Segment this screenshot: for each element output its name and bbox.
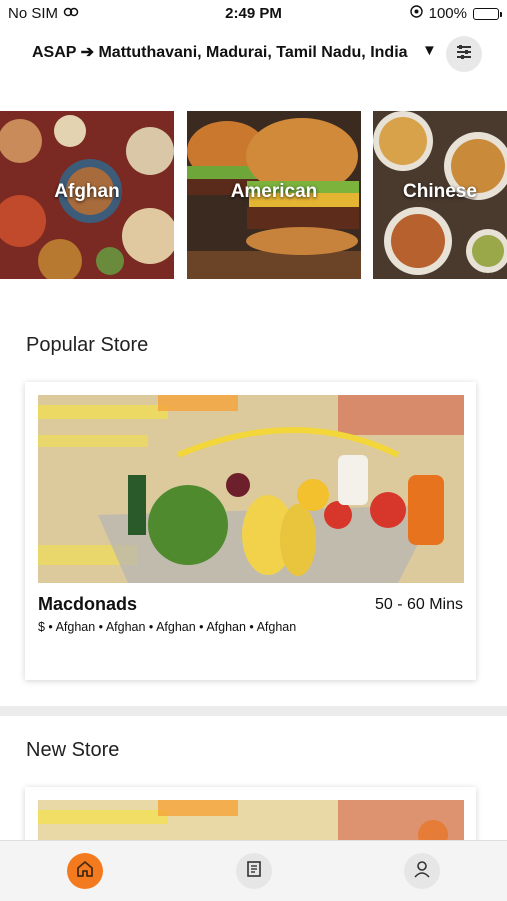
category-label: Chinese bbox=[403, 181, 477, 202]
new-store-card[interactable] bbox=[25, 787, 476, 847]
section-divider bbox=[0, 706, 507, 716]
battery-icon bbox=[473, 7, 502, 20]
category-label: American bbox=[230, 181, 318, 202]
category-card-afghan[interactable]: Afghan bbox=[0, 111, 174, 279]
store-image bbox=[38, 395, 464, 583]
bottom-tab-bar bbox=[0, 840, 507, 901]
tab-home[interactable] bbox=[67, 853, 103, 889]
category-label: Afghan bbox=[54, 181, 120, 202]
delivery-time: 50 - 60 Mins bbox=[374, 596, 463, 613]
filter-sliders-icon bbox=[455, 44, 473, 65]
tab-profile[interactable] bbox=[404, 853, 440, 889]
home-icon bbox=[75, 859, 95, 884]
user-icon bbox=[412, 859, 432, 884]
popular-store-card[interactable]: Macdonads 50 - 60 Mins $ • Afghan • Afgh… bbox=[25, 382, 476, 680]
store-tags: $ • Afghan • Afghan • Afghan • Afghan • … bbox=[38, 620, 297, 634]
order-list-icon bbox=[244, 859, 264, 884]
new-store-heading: New Store bbox=[26, 739, 120, 761]
location-dropdown-caret[interactable]: ▼ bbox=[422, 42, 437, 59]
orientation-lock-icon bbox=[409, 5, 423, 22]
status-bar: No SIM 2:49 PM 100% bbox=[0, 0, 507, 28]
store-name: Macdonads bbox=[38, 594, 138, 614]
filter-button[interactable] bbox=[446, 36, 482, 72]
delivery-location[interactable]: ASAP ➔ Mattuthavani, Madurai, Tamil Nadu… bbox=[32, 42, 408, 62]
popular-store-heading: Popular Store bbox=[26, 334, 149, 356]
battery-percent: 100% bbox=[428, 5, 467, 22]
location-bar: ASAP ➔ Mattuthavani, Madurai, Tamil Nadu… bbox=[0, 36, 507, 72]
cuisine-category-strip: Afghan American Chinese bbox=[0, 111, 507, 279]
category-card-chinese[interactable]: Chinese bbox=[373, 111, 507, 279]
tab-orders[interactable] bbox=[236, 853, 272, 889]
status-right: 100% bbox=[409, 5, 502, 22]
category-card-american[interactable]: American bbox=[187, 111, 361, 279]
